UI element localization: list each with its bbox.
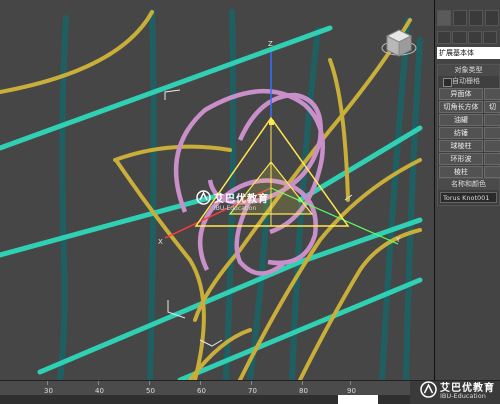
perspective-viewport[interactable]: Z X Y 艾巴优教育 IBU-Education [0, 0, 435, 380]
timeline-tickmark [47, 381, 48, 385]
timeline-tickmark [302, 381, 303, 385]
modify-tab-icon[interactable] [453, 10, 467, 26]
timeline-tickmark [200, 381, 201, 385]
axis-label-y: Y [395, 236, 401, 244]
object-type-button[interactable] [484, 114, 500, 126]
category-icons [437, 31, 497, 45]
object-type-rollout: 对象类型 自动栅格 异面体 切角长方体切油罐 纺锤 球棱柱 环形波 棱柱 [437, 64, 500, 180]
time-ruler[interactable]: 30 40 50 60 70 80 90 [0, 381, 410, 395]
timeline-tick-label: 40 [95, 387, 104, 395]
cameras-icon[interactable] [482, 31, 497, 44]
checkbox-icon [443, 78, 452, 87]
axis-label-z: Z [268, 40, 273, 48]
timeline-tickmark [149, 381, 150, 385]
object-type-button[interactable]: 纺锤 [439, 127, 483, 139]
name-color-rollout: 名称和颜色 Torus Knot001 [437, 178, 500, 206]
viewcube[interactable] [380, 26, 418, 60]
object-type-button[interactable]: 切 [484, 101, 500, 113]
timeline-tickmark [350, 381, 351, 385]
timeline-tick-label: 50 [146, 387, 155, 395]
autogrid-checkbox[interactable]: 自动栅格 [438, 76, 499, 87]
watermark-corner: 艾巴优教育 IBU-Education [418, 378, 500, 403]
object-type-button[interactable] [484, 88, 500, 100]
timeline-tickmark [251, 381, 252, 385]
timeline-tickmark [98, 381, 99, 385]
timeline-tick-label: 90 [347, 387, 356, 395]
command-panel: 扩展基本体 对象类型 自动栅格 异面体 切角长方体切油罐 纺锤 球棱柱 环形波 棱柱 名称… [435, 0, 500, 380]
create-tab-icon[interactable] [437, 10, 451, 26]
geometry-icon[interactable] [437, 31, 452, 44]
lights-icon[interactable] [467, 31, 482, 44]
category-dropdown[interactable]: 扩展基本体 [437, 47, 500, 59]
autogrid-label: 自动栅格 [452, 77, 480, 85]
object-type-button[interactable] [484, 166, 500, 178]
object-type-button[interactable]: 异面体 [439, 88, 483, 100]
timeline-tick-label: 70 [248, 387, 257, 395]
timeline-tick-label: 80 [299, 387, 308, 395]
object-type-buttons: 异面体 切角长方体切油罐 纺锤 球棱柱 环形波 棱柱 [438, 87, 500, 179]
object-type-button[interactable] [484, 153, 500, 165]
object-type-button[interactable] [484, 127, 500, 139]
motion-tab-icon[interactable] [485, 10, 499, 26]
brand-logo-icon [420, 381, 437, 398]
object-type-button[interactable]: 切角长方体 [439, 101, 483, 113]
watermark-title: 艾巴优教育 [214, 194, 269, 205]
object-type-header[interactable]: 对象类型 [438, 65, 499, 76]
name-color-header[interactable]: 名称和颜色 [438, 179, 499, 190]
object-type-button[interactable]: 棱柱 [439, 166, 483, 178]
object-type-button[interactable]: 环形波 [439, 153, 483, 165]
object-type-button[interactable]: 油罐 [439, 114, 483, 126]
timeline-tick-label: 60 [197, 387, 206, 395]
axis-label-x: X [158, 238, 163, 246]
shapes-icon[interactable] [452, 31, 467, 44]
watermark-subtitle: IBU-Education [214, 205, 257, 212]
panel-tabs [435, 10, 500, 28]
watermark-subtitle: IBU-Education [440, 392, 486, 400]
hierarchy-tab-icon[interactable] [469, 10, 483, 26]
object-type-button[interactable]: 球棱柱 [439, 140, 483, 152]
timeline-tick-label: 30 [44, 387, 53, 395]
object-type-button[interactable] [484, 140, 500, 152]
object-name-field[interactable]: Torus Knot001 [440, 192, 497, 203]
brand-logo-icon [196, 190, 211, 205]
watermark-center: 艾巴优教育 IBU-Education [196, 190, 269, 212]
